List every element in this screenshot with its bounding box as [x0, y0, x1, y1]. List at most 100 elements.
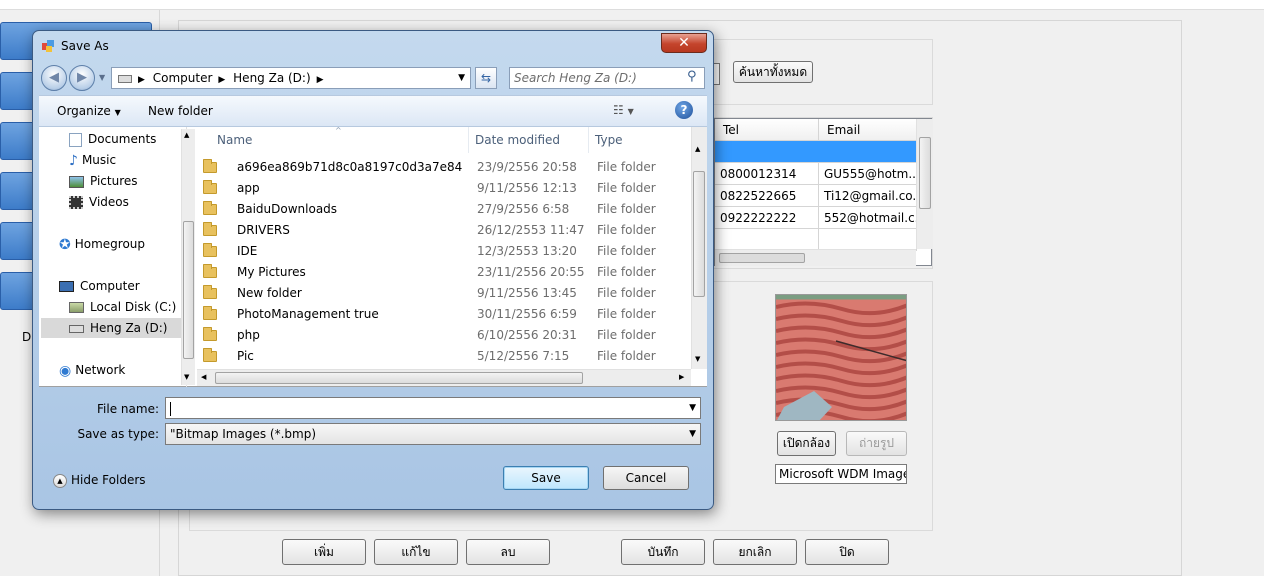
grid-header-email[interactable]: Email — [819, 119, 917, 141]
grid-cell-tel[interactable]: 0922222222 — [715, 207, 819, 229]
grid-scroll-thumb[interactable] — [919, 137, 931, 209]
tree-item-local-disk[interactable]: Local Disk (C:) — [69, 297, 176, 317]
file-name: PhotoManagement true — [237, 307, 379, 321]
history-dropdown-icon[interactable]: ▼ — [99, 73, 105, 82]
back-arrow-icon[interactable]: ◀ — [41, 65, 67, 91]
cancel-button[interactable]: Cancel — [603, 466, 689, 490]
file-name: New folder — [237, 286, 302, 300]
grid-horizontal-scrollbar[interactable] — [715, 249, 916, 266]
save-button[interactable]: Save — [503, 466, 589, 490]
tree-item-documents[interactable]: Documents — [69, 129, 156, 149]
camera-device-field[interactable]: Microsoft WDM Image — [775, 464, 907, 484]
chevron-down-icon[interactable]: ▼ — [689, 398, 696, 418]
file-list-scroll-thumb[interactable] — [693, 171, 705, 297]
column-header-type[interactable]: Type — [589, 127, 691, 153]
list-item[interactable]: app 9/11/2556 12:13 File folder — [197, 178, 691, 199]
breadcrumb-drive[interactable]: Heng Za (D:) — [233, 71, 310, 85]
scroll-down-icon[interactable]: ▼ — [695, 355, 700, 363]
delete-button[interactable]: ลบ — [466, 539, 550, 565]
column-header-date[interactable]: Date modified — [469, 127, 589, 153]
close-icon[interactable]: ✕ — [661, 33, 707, 53]
breadcrumb-separator-icon[interactable]: ▶ — [317, 75, 324, 85]
refresh-icon[interactable]: ⇆ — [475, 67, 497, 89]
file-list-vertical-scrollbar[interactable]: ▲ ▼ — [691, 127, 707, 369]
customer-grid[interactable]: Tel Email 0800012314 GU555@hotm... 08225… — [714, 118, 933, 266]
column-header-name[interactable]: Name ^ — [211, 126, 469, 153]
tree-item-music[interactable]: ♪ Music — [69, 150, 116, 170]
file-date: 26/12/2553 11:47 — [477, 223, 585, 237]
file-name-input[interactable]: ▼ — [165, 397, 701, 419]
videos-icon — [69, 196, 83, 209]
grid-cell-email[interactable]: Ti12@gmail.co... — [819, 185, 917, 207]
edit-button[interactable]: แก้ไข — [374, 539, 458, 565]
list-item[interactable]: php 6/10/2556 20:31 File folder — [197, 325, 691, 346]
documents-icon — [69, 132, 82, 147]
grid-cell-email[interactable] — [819, 229, 917, 251]
grid-header-tel[interactable]: Tel — [715, 119, 819, 141]
cancel-record-button[interactable]: ยกเลิก — [713, 539, 797, 565]
scroll-up-icon[interactable]: ▲ — [184, 131, 189, 139]
breadcrumb-separator-icon[interactable]: ▶ — [138, 75, 145, 85]
scroll-up-icon[interactable]: ▲ — [695, 145, 700, 153]
file-list-hscroll-thumb[interactable] — [215, 372, 583, 384]
file-list-horizontal-scrollbar[interactable]: ◀ ▶ — [197, 369, 691, 386]
grid-cell-tel[interactable]: 0800012314 — [715, 163, 819, 185]
grid-cell-tel[interactable] — [715, 229, 819, 251]
list-item[interactable]: a696ea869b71d8c0a8197c0d3a7e84 23/9/2556 … — [197, 157, 691, 178]
folder-icon — [203, 264, 217, 278]
add-button[interactable]: เพิ่ม — [282, 539, 366, 565]
list-item[interactable]: Pic 5/12/2556 7:15 File folder — [197, 346, 691, 367]
help-icon[interactable]: ? — [675, 101, 693, 119]
breadcrumb-separator-icon[interactable]: ▶ — [218, 75, 225, 85]
column-header-label: Name — [217, 133, 253, 147]
list-item[interactable]: New folder 9/11/2556 13:45 File folder — [197, 283, 691, 304]
scroll-left-icon[interactable]: ◀ — [201, 373, 206, 381]
list-item[interactable]: My Pictures 23/11/2556 20:55 File folder — [197, 262, 691, 283]
list-item[interactable]: DRIVERS 26/12/2553 11:47 File folder — [197, 220, 691, 241]
view-options-icon[interactable]: ☷ ▼ — [613, 103, 634, 117]
pictures-icon — [69, 175, 84, 188]
scroll-down-icon[interactable]: ▼ — [184, 373, 189, 381]
tree-item-videos[interactable]: Videos — [69, 192, 129, 212]
search-icon[interactable]: ⚲ — [687, 69, 697, 84]
hide-folders-toggle[interactable]: ▲ Hide Folders — [53, 473, 146, 488]
grid-row-selected[interactable] — [715, 141, 917, 163]
folder-icon — [203, 201, 217, 215]
search-input[interactable]: Search Heng Za (D:) — [509, 67, 705, 89]
organize-label: Organize — [57, 104, 111, 118]
folder-icon — [203, 180, 217, 194]
folder-icon — [203, 243, 217, 257]
list-item[interactable]: BaiduDownloads 27/9/2556 6:58 File folder — [197, 199, 691, 220]
new-folder-button[interactable]: New folder — [148, 104, 213, 118]
grid-cell-tel[interactable]: 0822522665 — [715, 185, 819, 207]
capture-button[interactable]: ถ่ายรูป — [846, 431, 907, 456]
file-name: DRIVERS — [237, 223, 290, 237]
tree-vertical-scrollbar[interactable]: ▲ ▼ — [181, 129, 195, 385]
tree-item-computer[interactable]: Computer — [59, 276, 140, 296]
open-camera-button[interactable]: เปิดกล้อง — [777, 431, 836, 456]
file-name: My Pictures — [237, 265, 306, 279]
list-item[interactable]: PhotoManagement true 30/11/2556 6:59 File … — [197, 304, 691, 325]
tree-scroll-thumb[interactable] — [183, 221, 194, 359]
tree-item-heng-za[interactable]: Heng Za (D:) — [41, 318, 185, 338]
list-item[interactable]: IDE 12/3/2553 13:20 File folder — [197, 241, 691, 262]
address-bar[interactable]: ▶ Computer ▶ Heng Za (D:) ▶ ▼ — [111, 67, 471, 89]
organize-button[interactable]: Organize ▼ — [57, 104, 121, 118]
tree-item-network[interactable]: ◉ Network — [59, 360, 125, 380]
scroll-right-icon[interactable]: ▶ — [679, 373, 684, 381]
chevron-down-icon[interactable]: ▼ — [689, 424, 696, 444]
save-type-select[interactable]: "Bitmap Images (*.bmp) ▼ — [165, 423, 701, 445]
save-record-button[interactable]: บันทึก — [621, 539, 705, 565]
grid-vertical-scrollbar[interactable] — [916, 119, 933, 249]
address-dropdown-icon[interactable]: ▼ — [458, 68, 465, 88]
close-form-button[interactable]: ปิด — [805, 539, 889, 565]
tree-label: Documents — [88, 132, 157, 146]
grid-cell-email[interactable]: GU555@hotm... — [819, 163, 917, 185]
tree-item-homegroup[interactable]: ✪ Homegroup — [59, 234, 145, 254]
grid-cell-email[interactable]: 552@hotmail.c... — [819, 207, 917, 229]
breadcrumb-computer[interactable]: Computer — [153, 71, 213, 85]
grid-hscroll-thumb[interactable] — [719, 253, 805, 263]
tree-item-pictures[interactable]: Pictures — [69, 171, 138, 191]
forward-arrow-icon[interactable]: ▶ — [69, 65, 95, 91]
search-all-button[interactable]: ค้นหาทั้งหมด — [733, 61, 813, 83]
